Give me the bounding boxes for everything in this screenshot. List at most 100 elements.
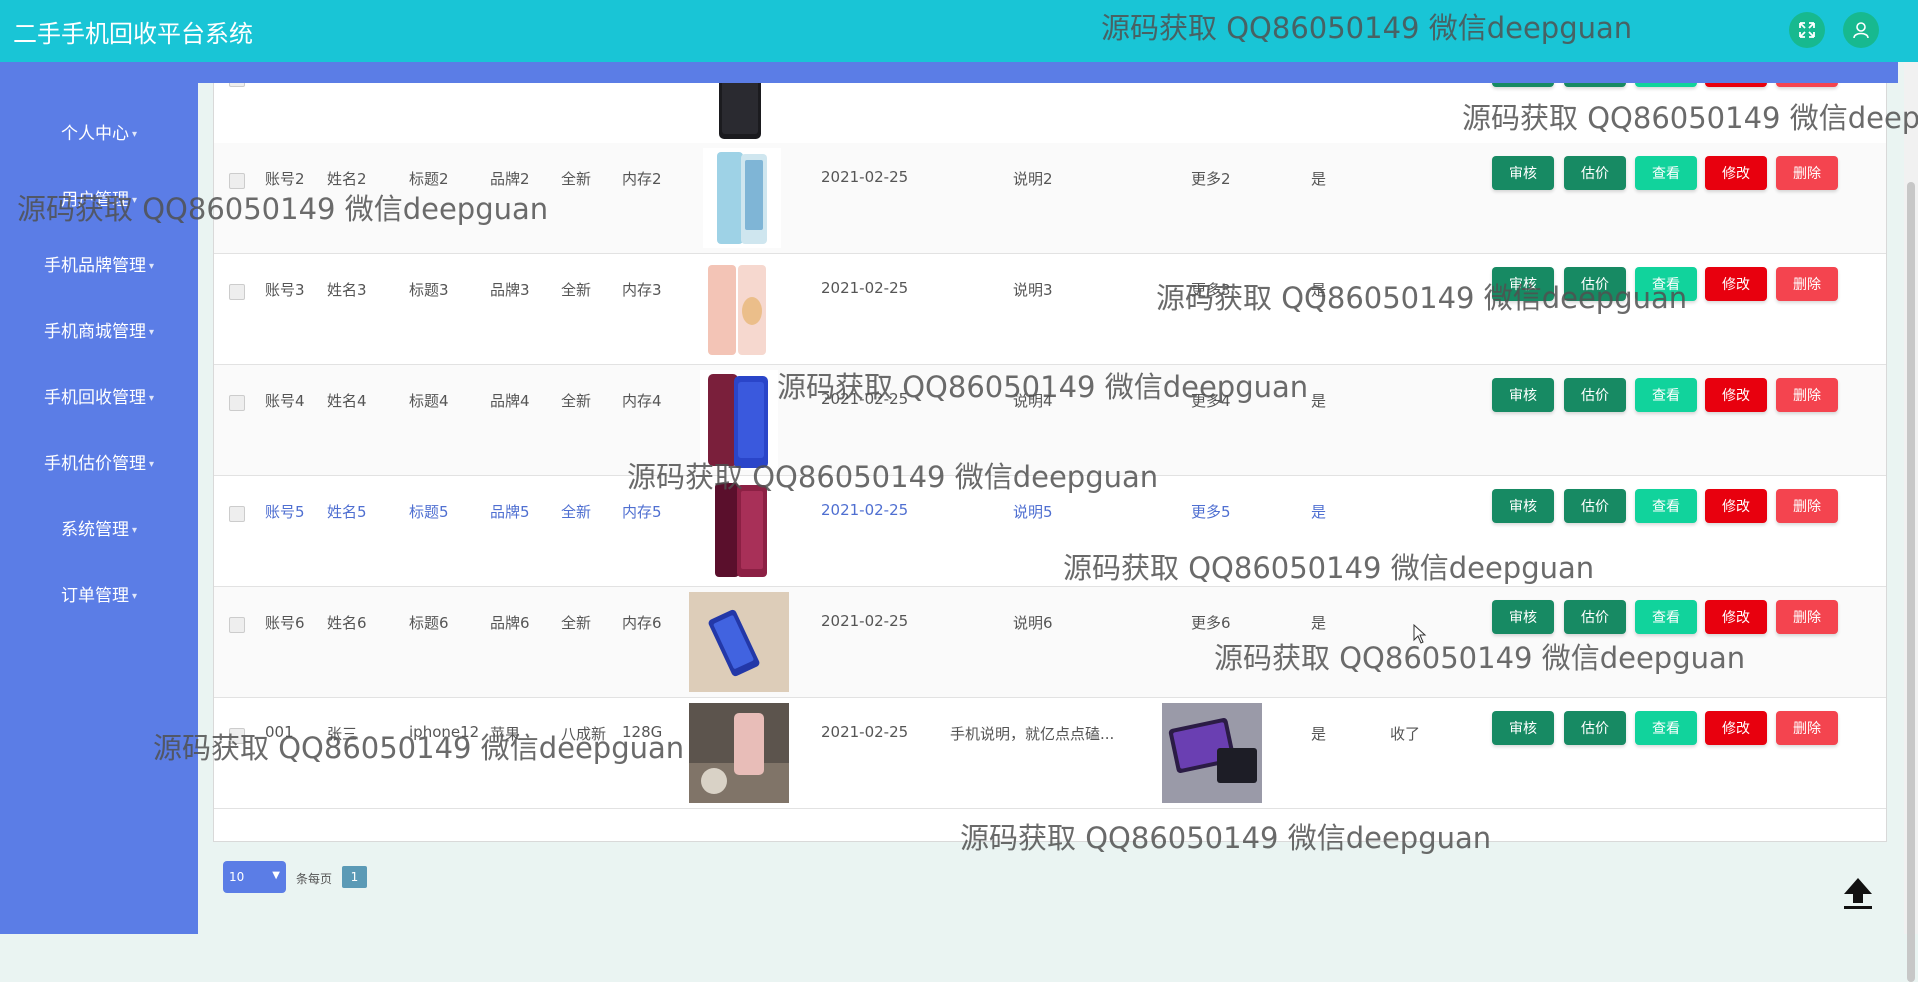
sidebar-item-3[interactable]: 手机商城管理 ▾ (0, 317, 198, 342)
back-to-top-button[interactable] (1838, 872, 1878, 912)
sidebar-item-label: 手机回收管理 (43, 388, 146, 408)
scrollbar-thumb[interactable] (1907, 182, 1915, 982)
cell-memory: 内存6 (622, 614, 662, 632)
cell-flag: 是 (1311, 281, 1327, 299)
cell-brand: 品牌5 (490, 503, 530, 521)
row-checkbox[interactable] (229, 728, 245, 744)
top-bar: 二手手机回收平台系统 (0, 0, 1918, 62)
cell-date: 2021-02-25 (821, 501, 909, 519)
chevron-down-icon: ▾ (131, 590, 138, 602)
view-button[interactable]: 查看 (1635, 489, 1697, 523)
delete-button[interactable]: 删除 (1776, 156, 1838, 190)
sidebar-item-4[interactable]: 手机回收管理 ▾ (0, 383, 198, 408)
cell-memory: 内存4 (622, 392, 662, 410)
cell-title: 标题5 (409, 503, 449, 521)
cell-title: 标题4 (409, 392, 449, 410)
edit-button[interactable]: 修改 (1705, 711, 1767, 745)
view-button[interactable]: 查看 (1635, 378, 1697, 412)
sidebar-item-5[interactable]: 手机估价管理 ▾ (0, 449, 198, 474)
sidebar-item-label: 订单管理 (60, 586, 129, 606)
row-checkbox[interactable] (229, 617, 245, 633)
estimate-button[interactable]: 估价 (1564, 378, 1626, 412)
delete-button[interactable]: 删除 (1776, 711, 1838, 745)
estimate-button[interactable]: 估价 (1564, 267, 1626, 301)
cell-desc: 说明6 (1013, 614, 1053, 632)
estimate-button[interactable]: 估价 (1564, 156, 1626, 190)
delete-button[interactable]: 删除 (1776, 600, 1838, 634)
estimate-button[interactable]: 估价 (1564, 600, 1626, 634)
audit-button[interactable]: 审核 (1492, 489, 1554, 523)
audit-button[interactable]: 审核 (1492, 711, 1554, 745)
cell-memory: 内存5 (622, 503, 662, 521)
delete-button[interactable]: 删除 (1776, 378, 1838, 412)
audit-button[interactable]: 审核 (1492, 378, 1554, 412)
cell-flag: 是 (1311, 170, 1327, 188)
sidebar-item-label: 手机估价管理 (43, 454, 146, 474)
audit-button[interactable]: 审核 (1492, 267, 1554, 301)
sidebar-item-label: 手机商城管理 (43, 322, 146, 342)
cell-more: 更多5 (1191, 503, 1231, 521)
cell-account: 账号6 (265, 614, 305, 632)
page-size-select[interactable]: 10 ▼ (223, 861, 286, 893)
cell-flag: 是 (1311, 392, 1327, 410)
sidebar-item-0[interactable]: 个人中心 ▾ (0, 119, 198, 144)
row-checkbox[interactable] (229, 284, 245, 300)
sidebar-item-7[interactable]: 订单管理 ▾ (0, 581, 198, 606)
cell-desc: 说明4 (1013, 392, 1053, 410)
chevron-down-icon: ▼ (272, 870, 280, 881)
sidebar-item-2[interactable]: 手机品牌管理 ▾ (0, 251, 198, 276)
chevron-down-icon: ▾ (148, 326, 155, 338)
estimate-button[interactable]: 估价 (1564, 711, 1626, 745)
table-row: 账号6 姓名6 标题6 品牌6 全新 内存6 2021-02-25 说明6 更多6 是 审核 估价 查看… (214, 587, 1886, 698)
delete-button[interactable]: 删除 (1776, 489, 1838, 523)
page-size-value: 10 (229, 870, 245, 884)
table-row: 账号2 姓名2 标题2 品牌2 全新 内存2 2021-02-25 说明2 更多2 是 审核 估价 查看… (214, 143, 1886, 254)
row-checkbox[interactable] (229, 173, 245, 189)
audit-button[interactable]: 审核 (1492, 600, 1554, 634)
cell-title: 标题2 (409, 170, 449, 188)
audit-button[interactable]: 审核 (1492, 156, 1554, 190)
cell-account: 账号4 (265, 392, 305, 410)
cell-more: 更多6 (1191, 614, 1231, 632)
view-button[interactable]: 查看 (1635, 711, 1697, 745)
chevron-down-icon: ▾ (148, 392, 155, 404)
edit-button[interactable]: 修改 (1705, 156, 1767, 190)
scrollbar[interactable] (1904, 62, 1918, 982)
view-button[interactable]: 查看 (1635, 267, 1697, 301)
cell-account: 001 (265, 723, 294, 741)
phone-image (689, 703, 789, 803)
table-row: 001 张三 iphone12 苹果 八成新 128G 2021-02-25 手机说明，就亿点… (214, 698, 1886, 809)
table-row: 账号3 姓名3 标题3 品牌3 全新 内存3 2021-02-25 说明3 更多3 是 审核 估价 查看… (214, 254, 1886, 365)
edit-button[interactable]: 修改 (1705, 489, 1767, 523)
row-checkbox[interactable] (229, 395, 245, 411)
cell-condition: 全新 (561, 392, 592, 410)
cell-condition: 全新 (561, 614, 592, 632)
arrow-up-icon (1844, 878, 1872, 909)
cell-name: 姓名5 (327, 503, 367, 521)
view-button[interactable]: 查看 (1635, 156, 1697, 190)
cell-condition: 全新 (561, 170, 592, 188)
expand-icon (1799, 22, 1815, 38)
table-row: 账号5 姓名5 标题5 品牌5 全新 内存5 2021-02-25 说明5 更多5 是 审核 估价 查看… (214, 476, 1886, 587)
user-icon (1853, 22, 1869, 39)
estimate-button[interactable]: 估价 (1564, 489, 1626, 523)
sidebar-item-1[interactable]: 用户管理 ▾ (0, 185, 198, 210)
cell-brand: 品牌2 (490, 170, 530, 188)
cell-account: 账号2 (265, 170, 305, 188)
sidebar-item-6[interactable]: 系统管理 ▾ (0, 515, 198, 540)
data-table: 账号1姓名1标题1品牌1全新内存12021-02-25说明1更多1是审核估价查看… (213, 62, 1887, 842)
edit-button[interactable]: 修改 (1705, 378, 1767, 412)
cell-condition: 八成新 (561, 725, 607, 743)
fullscreen-button[interactable] (1789, 12, 1825, 48)
user-button[interactable] (1843, 12, 1879, 48)
cell-brand: 苹果 (490, 725, 521, 743)
edit-button[interactable]: 修改 (1705, 600, 1767, 634)
row-checkbox[interactable] (229, 506, 245, 522)
cell-memory: 内存3 (622, 281, 662, 299)
delete-button[interactable]: 删除 (1776, 267, 1838, 301)
cell-desc: 说明3 (1013, 281, 1053, 299)
edit-button[interactable]: 修改 (1705, 267, 1767, 301)
page-button-current[interactable]: 1 (342, 866, 367, 888)
view-button[interactable]: 查看 (1635, 600, 1697, 634)
cell-flag: 是 (1311, 725, 1327, 743)
